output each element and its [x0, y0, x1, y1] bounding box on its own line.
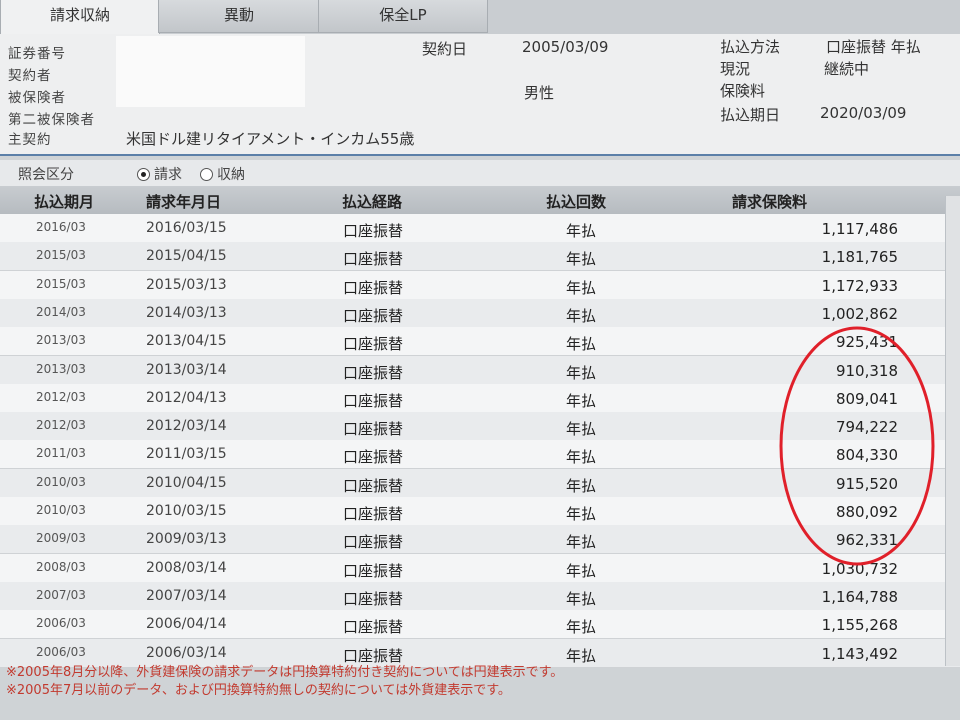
footnotes: ※2005年8月分以降、外貨建保険の請求データは円換算特約付き契約については円建…: [6, 664, 946, 700]
footnote-1: ※2005年8月分以降、外貨建保険の請求データは円換算特約付き契約については円建…: [6, 665, 564, 680]
highlight-circle: [779, 326, 935, 566]
footnote-2: ※2005年7月以前のデータ、および円換算特約無しの契約については外貨建表示です…: [6, 683, 511, 698]
